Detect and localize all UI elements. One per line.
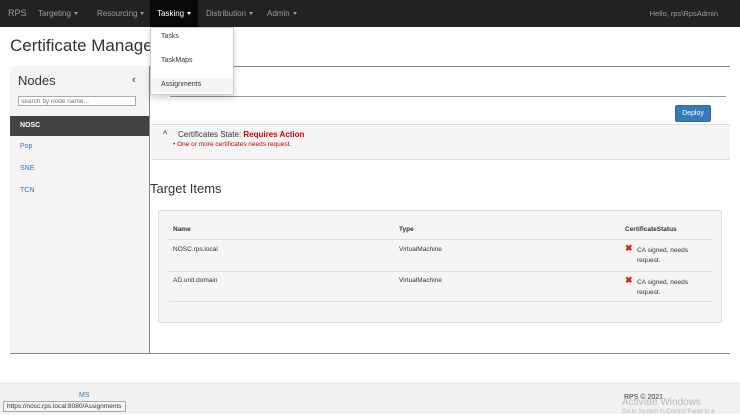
- menu-item-tasks[interactable]: Tasks: [151, 30, 233, 44]
- nav-targeting[interactable]: Targeting: [30, 0, 86, 27]
- deploy-button[interactable]: Deploy: [675, 105, 711, 122]
- node-item-sne[interactable]: SNE: [10, 159, 149, 179]
- menu-item-taskmaps[interactable]: TaskMaps: [151, 54, 233, 68]
- cell-name: NOSC.rps.local: [173, 246, 218, 253]
- certificate-state-panel: ^ Certificates State: Requires Action • …: [151, 124, 730, 160]
- caret-down-icon: [187, 12, 192, 16]
- node-item-pop[interactable]: Pop: [10, 137, 149, 157]
- nodes-heading: Nodes: [18, 73, 56, 88]
- cell-certificate-status: CA signed, needs request.: [637, 247, 688, 264]
- node-item-tcn[interactable]: TCN: [10, 181, 149, 201]
- tasking-dropdown-menu: Tasks TaskMaps Assignments: [150, 27, 234, 95]
- brand-link[interactable]: RPS: [8, 8, 27, 18]
- error-x-icon: ✖: [625, 275, 633, 285]
- nav-targeting-label: Targeting: [38, 9, 71, 18]
- activate-windows-watermark: Activate Windows: [622, 397, 701, 408]
- top-navbar: RPS Targeting Resourcing Tasking Distrib…: [0, 0, 740, 27]
- footer-ms-link[interactable]: MS: [79, 392, 90, 399]
- row-divider: [169, 271, 713, 272]
- caret-down-icon: [73, 12, 78, 16]
- caret-down-icon: [292, 12, 297, 16]
- caret-down-icon: [249, 12, 254, 16]
- target-items-heading: Target Items: [150, 181, 222, 196]
- column-header-certificate-status: CertificateStatus: [625, 226, 677, 233]
- browser-status-url: https://nosc.rps.local:8080/Assignments: [3, 401, 126, 412]
- target-items-table: Name Type CertificateStatus NOSC.rps.loc…: [158, 210, 722, 323]
- node-item-nosc[interactable]: NOSC: [10, 116, 149, 136]
- nav-tasking[interactable]: Tasking: [150, 0, 198, 27]
- column-header-name: Name: [173, 226, 191, 233]
- content-bottom-divider: [10, 353, 730, 354]
- user-greeting[interactable]: Hello, rps\RpsAdmin: [650, 0, 718, 27]
- state-message-text: One or more certificates needs request.: [177, 141, 292, 148]
- cell-certificate-status: CA signed, needs request.: [637, 279, 688, 296]
- nodes-sidebar: Nodes ‹ NOSC Pop SNE TCN: [10, 66, 150, 354]
- page-title: Certificate Managen: [10, 36, 163, 55]
- nav-resourcing-label: Resourcing: [97, 9, 138, 18]
- state-label-text: Certificates State:: [178, 130, 242, 139]
- caret-down-icon: [140, 12, 145, 16]
- column-header-type: Type: [399, 226, 414, 233]
- tab-divider: [170, 96, 726, 97]
- nav-distribution[interactable]: Distribution: [198, 0, 261, 27]
- chevron-up-icon[interactable]: ^: [163, 129, 167, 139]
- nav-resourcing[interactable]: Resourcing: [89, 0, 152, 27]
- nav-distribution-label: Distribution: [206, 9, 247, 18]
- state-message: • One or more certificates needs request…: [173, 141, 292, 148]
- cell-name: AD.unit.domain: [173, 277, 218, 284]
- nav-admin-label: Admin: [267, 9, 290, 18]
- nav-tasking-label: Tasking: [157, 9, 185, 18]
- node-search-input[interactable]: [18, 96, 136, 106]
- collapse-chevron-icon[interactable]: ‹: [132, 74, 136, 86]
- cell-type: VirtualMachine: [399, 246, 442, 253]
- header-divider: [169, 239, 713, 240]
- state-value: Requires Action: [243, 130, 305, 139]
- nav-admin[interactable]: Admin: [259, 0, 305, 27]
- menu-item-assignments[interactable]: Assignments: [151, 78, 233, 92]
- activate-windows-subtext: Go to System in Control Panel to a: [622, 409, 715, 415]
- certificate-state-label: Certificates State: Requires Action: [178, 130, 304, 139]
- error-x-icon: ✖: [625, 243, 633, 253]
- cell-type: VirtualMachine: [399, 277, 442, 284]
- row-divider: [169, 301, 713, 302]
